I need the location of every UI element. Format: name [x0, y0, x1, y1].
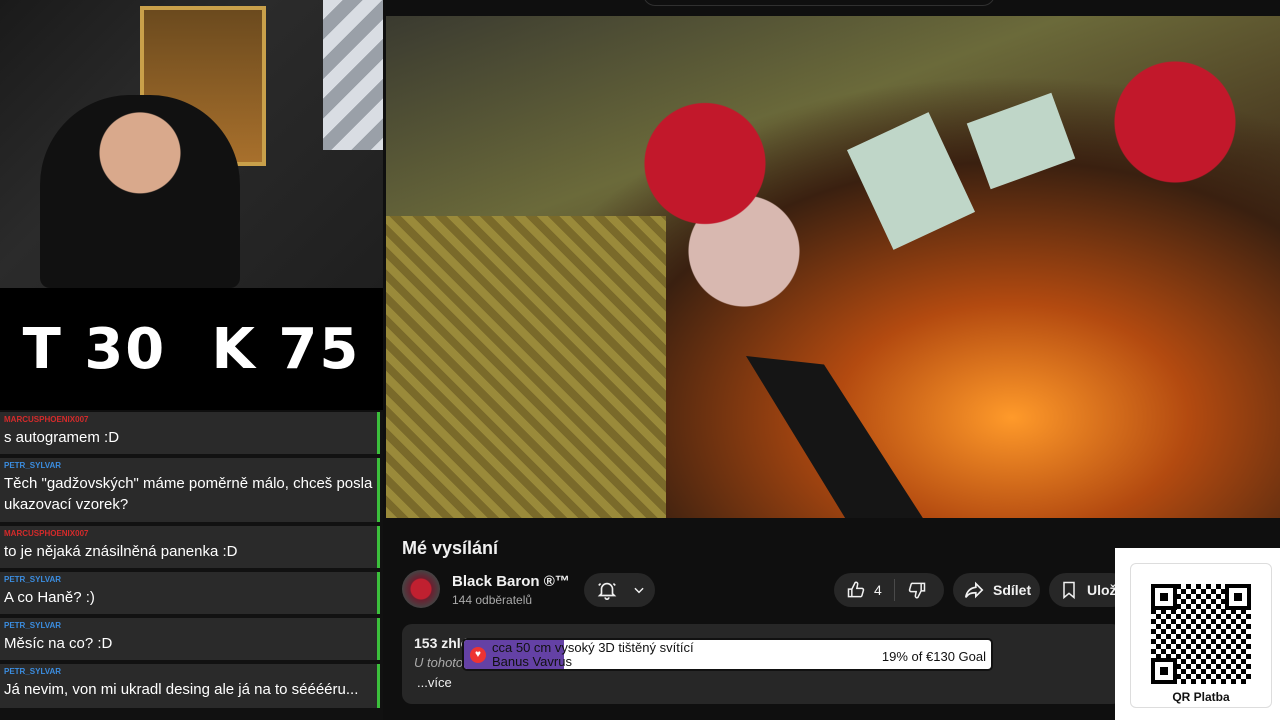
- goal-subtitle: Banus Vavrus: [492, 654, 572, 669]
- description-snippet: U tohoto: [414, 655, 464, 670]
- like-dislike-group: 4: [834, 573, 944, 607]
- chat-username: PETR_SYLVAR: [4, 461, 62, 470]
- score-right: K 75: [211, 316, 361, 382]
- chat-username: PETR_SYLVAR: [4, 575, 62, 584]
- dislike-button[interactable]: [895, 573, 939, 607]
- qr-code: [1151, 584, 1251, 684]
- chat-text: to je nějaká znásilněná panenka :D: [4, 543, 238, 560]
- like-button[interactable]: 4: [834, 573, 894, 607]
- bell-icon: [597, 582, 617, 600]
- share-icon: [964, 581, 984, 599]
- bookmark-icon: [1063, 581, 1075, 600]
- like-count: 4: [874, 582, 882, 598]
- video-player[interactable]: [386, 16, 1280, 518]
- notification-bell-button[interactable]: [584, 573, 655, 607]
- chat-username: MARCUSPHOENIX007: [4, 415, 89, 424]
- chat-message: PETR_SYLVAR Měsíc na co? :D: [0, 618, 380, 660]
- donation-goal-bar: ♥ cca 50 cm vysoký 3D tištěný svítící Ba…: [462, 638, 993, 671]
- qr-finder: [1151, 584, 1177, 610]
- scoreboard: T 30 K 75: [0, 288, 383, 410]
- qr-card: QR Platba: [1130, 563, 1272, 708]
- chat-message: PETR_SYLVAR Těch "gadžovských" máme pomě…: [0, 458, 380, 522]
- video-title: Mé vysílání: [402, 538, 499, 558]
- top-bar: [383, 0, 1280, 14]
- channel-name[interactable]: Black Baron ®™: [452, 573, 570, 590]
- thumbs-up-icon: [847, 581, 865, 598]
- subscriber-count: 144 odběratelů: [452, 593, 533, 607]
- goal-text: cca 50 cm vysoký 3D tištěný svítící Banu…: [492, 641, 694, 669]
- lamp: [746, 356, 928, 518]
- chat-overlay: MARCUSPHOENIX007 s autogramem :D PETR_SY…: [0, 412, 383, 720]
- share-button[interactable]: Sdílet: [953, 573, 1040, 607]
- chat-message: MARCUSPHOENIX007 s autogramem :D: [0, 412, 380, 454]
- chat-username: PETR_SYLVAR: [4, 667, 62, 676]
- goal-progress-text: 19% of €130 Goal: [881, 649, 986, 664]
- chat-text: Těch "gadžovských" máme poměrně málo, ch…: [4, 475, 373, 513]
- chat-text: s autogramem :D: [4, 429, 120, 446]
- acoustic-foam-panel: [323, 0, 383, 150]
- show-more-link[interactable]: ...více: [417, 675, 452, 690]
- thumbs-down-icon: [908, 582, 926, 599]
- chat-text: A co Haně? :): [4, 589, 95, 606]
- channel-avatar[interactable]: [402, 570, 440, 608]
- chevron-down-icon: [634, 587, 644, 594]
- qr-finder: [1225, 584, 1251, 610]
- search-box[interactable]: [643, 0, 995, 6]
- qr-payment-panel: QR Platba: [1115, 548, 1280, 720]
- chat-message: MARCUSPHOENIX007 to je nějaká znásilněná…: [0, 526, 380, 568]
- chat-username: MARCUSPHOENIX007: [4, 529, 89, 538]
- chat-message: PETR_SYLVAR Já nevim, von mi ukradl desi…: [0, 664, 380, 708]
- qr-label: QR Platba: [1172, 690, 1230, 704]
- banknote: [846, 112, 976, 250]
- share-label: Sdílet: [993, 582, 1032, 598]
- score-left: T 30: [22, 316, 167, 382]
- banknote: [966, 92, 1076, 190]
- chat-message: PETR_SYLVAR A co Haně? :): [0, 572, 380, 614]
- chat-username: PETR_SYLVAR: [4, 621, 62, 630]
- gnome: [1090, 26, 1260, 186]
- donation-icon: ♥: [470, 647, 486, 663]
- qr-finder: [1151, 658, 1177, 684]
- chat-text: Já nevim, von mi ukradl desing ale já na…: [4, 681, 359, 698]
- chat-text: Měsíc na co? :D: [4, 635, 113, 652]
- webcam-feed: [0, 0, 383, 288]
- goal-title: cca 50 cm vysoký 3D tištěný svítící: [492, 640, 694, 655]
- doll: [601, 76, 861, 326]
- streamer: [40, 95, 240, 288]
